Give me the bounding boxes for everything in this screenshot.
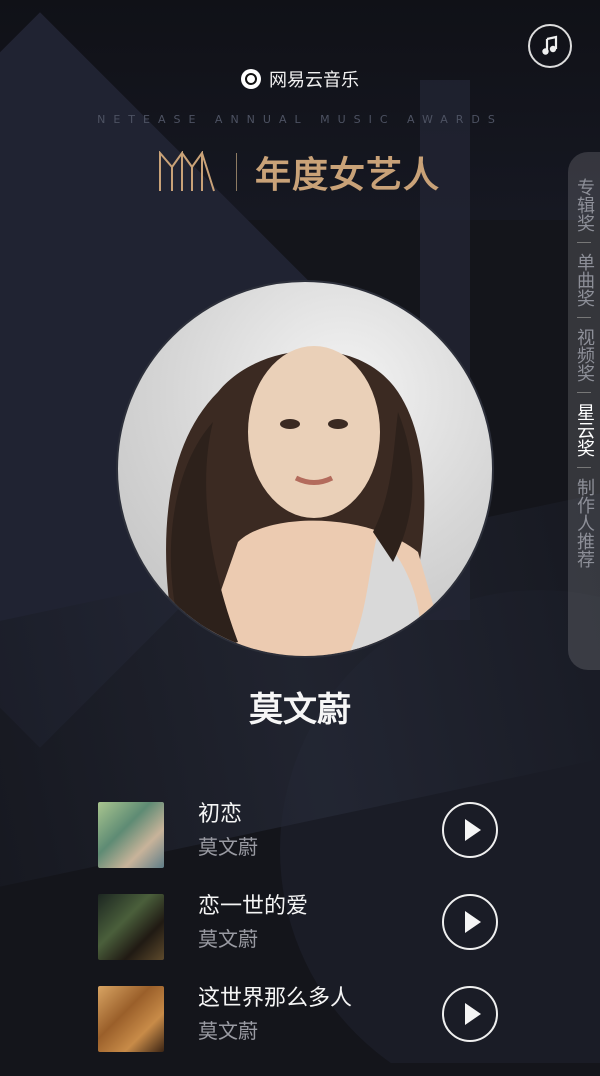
song-artist: 莫文蔚: [198, 927, 258, 951]
artist-photo: [116, 280, 494, 658]
song-list: 初恋 莫文蔚 恋一世的爱 莫文蔚 这世界那么多人 莫文蔚: [98, 800, 518, 1076]
play-button[interactable]: [442, 986, 498, 1042]
award-title: 年度女艺人: [255, 155, 441, 196]
song-title: 初恋: [198, 802, 243, 827]
award-category-nav: 专辑奖 单曲奖 视频奖 星云奖 制作人推荐: [568, 152, 600, 670]
netease-cloud-music-icon: [241, 69, 261, 89]
play-button[interactable]: [442, 894, 498, 950]
music-note-icon: [542, 35, 558, 55]
artist-portrait: [166, 346, 448, 656]
awards-subtitle: NETEASE ANNUAL MUSIC AWARDS: [97, 113, 503, 126]
song-item[interactable]: 恋一世的爱 莫文蔚: [98, 892, 518, 984]
nav-divider: [577, 467, 591, 468]
nav-item-producer-recommend[interactable]: 制作人推荐: [572, 478, 596, 568]
play-button[interactable]: [442, 802, 498, 858]
nav-item-single-award[interactable]: 单曲奖: [572, 253, 596, 307]
award-header: 年度女艺人: [158, 146, 440, 198]
artist-name: 莫文蔚: [249, 690, 351, 730]
nav-divider: [577, 242, 591, 243]
brand-name: 网易云音乐: [269, 70, 359, 91]
awards-logo-icon: [159, 151, 215, 192]
song-title: 这世界那么多人: [198, 986, 353, 1011]
music-button[interactable]: [528, 24, 572, 68]
nav-item-nebula-award[interactable]: 星云奖: [572, 403, 596, 457]
album-cover: [98, 986, 164, 1052]
nav-item-video-award[interactable]: 视频奖: [572, 328, 596, 382]
song-artist: 莫文蔚: [198, 1019, 258, 1043]
nav-divider: [577, 392, 591, 393]
nav-divider: [577, 317, 591, 318]
brand-header: 网易云音乐: [0, 66, 600, 92]
album-cover: [98, 894, 164, 960]
song-item[interactable]: 这世界那么多人 莫文蔚: [98, 984, 518, 1076]
album-cover: [98, 802, 164, 868]
song-title: 恋一世的爱: [198, 894, 309, 919]
song-artist: 莫文蔚: [198, 835, 258, 859]
award-divider: [236, 153, 237, 191]
song-item[interactable]: 初恋 莫文蔚: [98, 800, 518, 892]
nav-item-album-award[interactable]: 专辑奖: [572, 178, 596, 232]
